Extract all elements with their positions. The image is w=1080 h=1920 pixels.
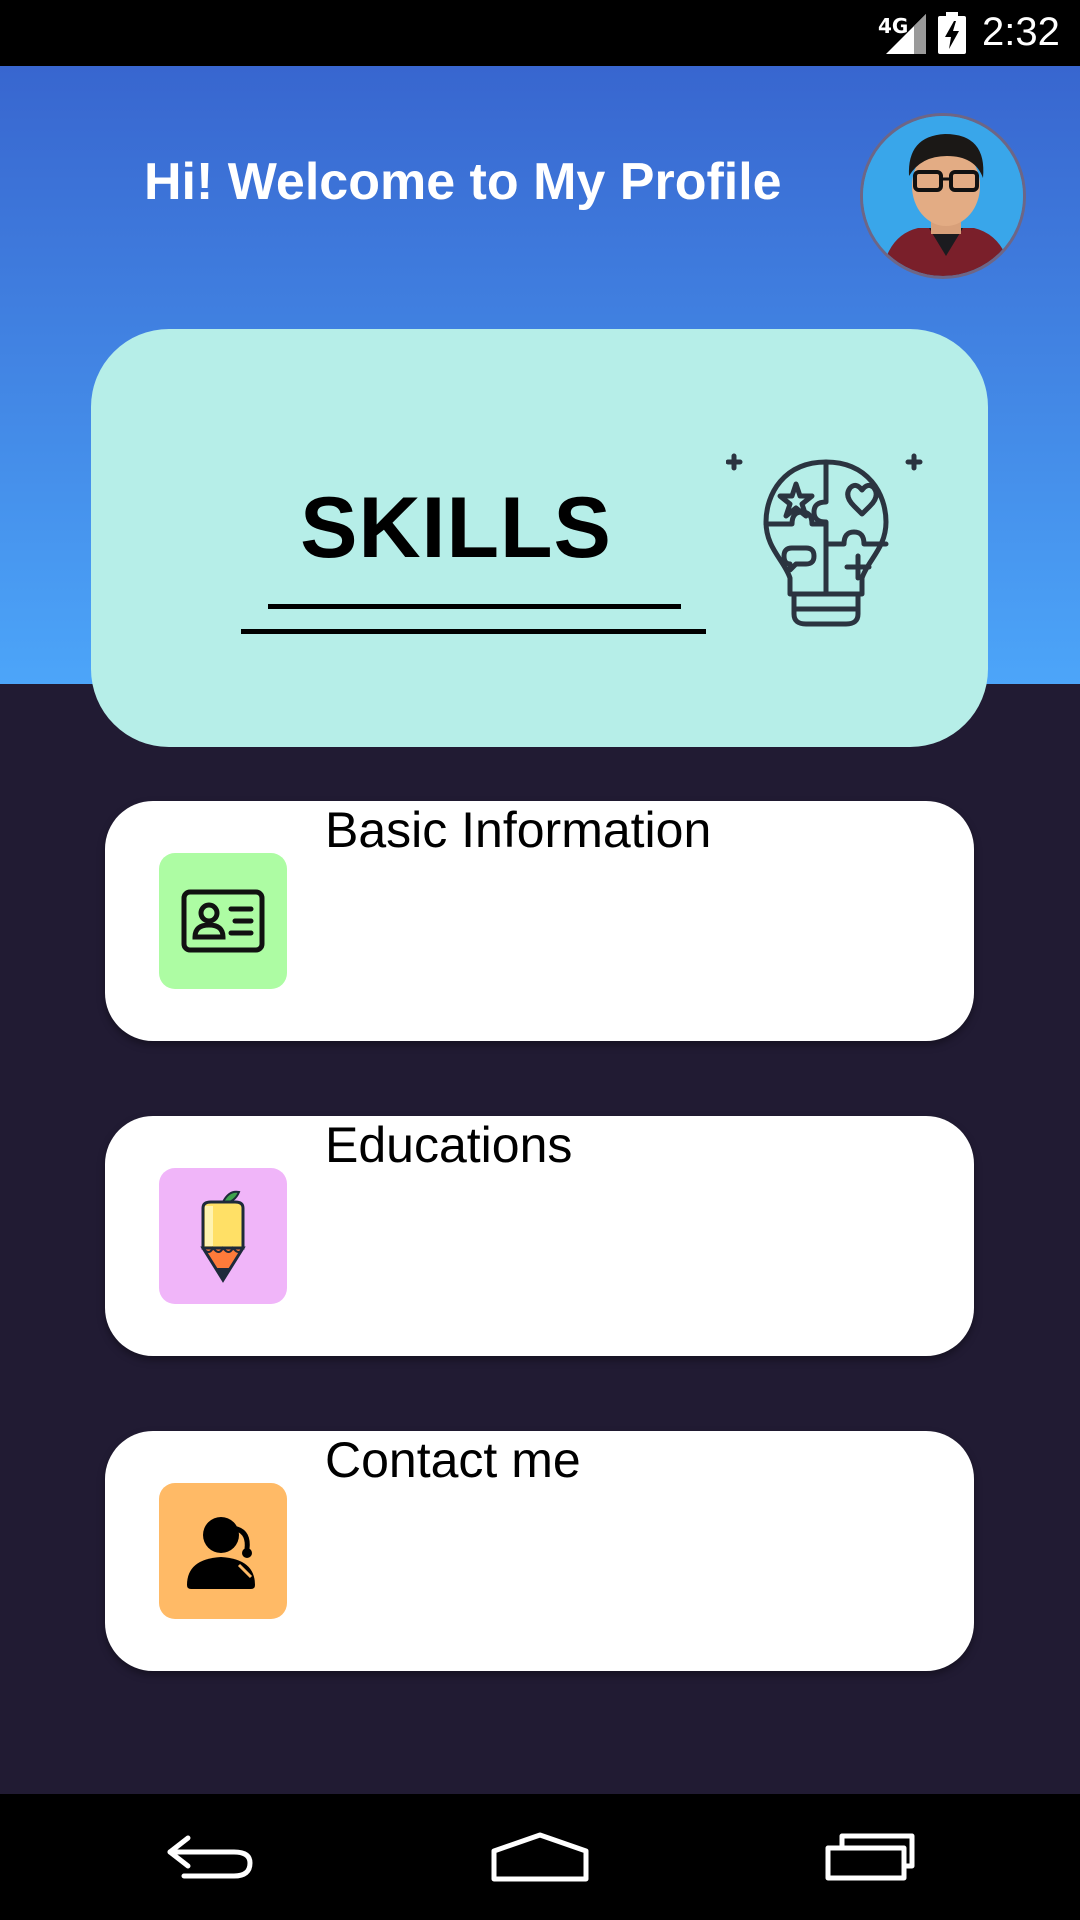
home-icon xyxy=(491,1832,589,1882)
avatar[interactable] xyxy=(860,113,1026,279)
lightbulb-puzzle-icon xyxy=(726,453,923,627)
recents-button[interactable] xyxy=(810,1794,930,1920)
page-title: Hi! Welcome to My Profile xyxy=(144,153,782,211)
navigation-bar xyxy=(0,1794,1080,1920)
clock: 2:32 xyxy=(982,10,1060,54)
back-icon xyxy=(167,1835,253,1879)
menu-item-label: Contact me xyxy=(325,1432,581,1488)
skills-title: SKILLS xyxy=(300,480,612,576)
person-icon xyxy=(187,1517,255,1589)
basic-information-button[interactable]: Basic Information xyxy=(105,801,974,1041)
home-button[interactable] xyxy=(480,1794,600,1920)
signal-icon xyxy=(886,14,926,54)
educations-button[interactable]: Educations xyxy=(105,1116,974,1356)
skills-underline xyxy=(268,604,681,609)
skills-underline xyxy=(241,629,706,634)
skills-card[interactable]: SKILLS xyxy=(91,329,988,747)
contact-me-button[interactable]: Contact me xyxy=(105,1431,974,1671)
pencil-icon xyxy=(200,1190,246,1283)
id-card-icon xyxy=(181,889,265,953)
profile-photo xyxy=(863,116,1023,276)
back-button[interactable] xyxy=(150,1794,270,1920)
menu-item-label: Basic Information xyxy=(325,802,712,858)
menu-icon-box xyxy=(159,1483,287,1619)
battery-charging-icon xyxy=(938,12,966,54)
menu-icon-box xyxy=(159,1168,287,1304)
menu-icon-box xyxy=(159,853,287,989)
menu-item-label: Educations xyxy=(325,1117,573,1173)
status-bar: 4G 2:32 xyxy=(0,0,1080,66)
recents-icon xyxy=(825,1833,915,1881)
